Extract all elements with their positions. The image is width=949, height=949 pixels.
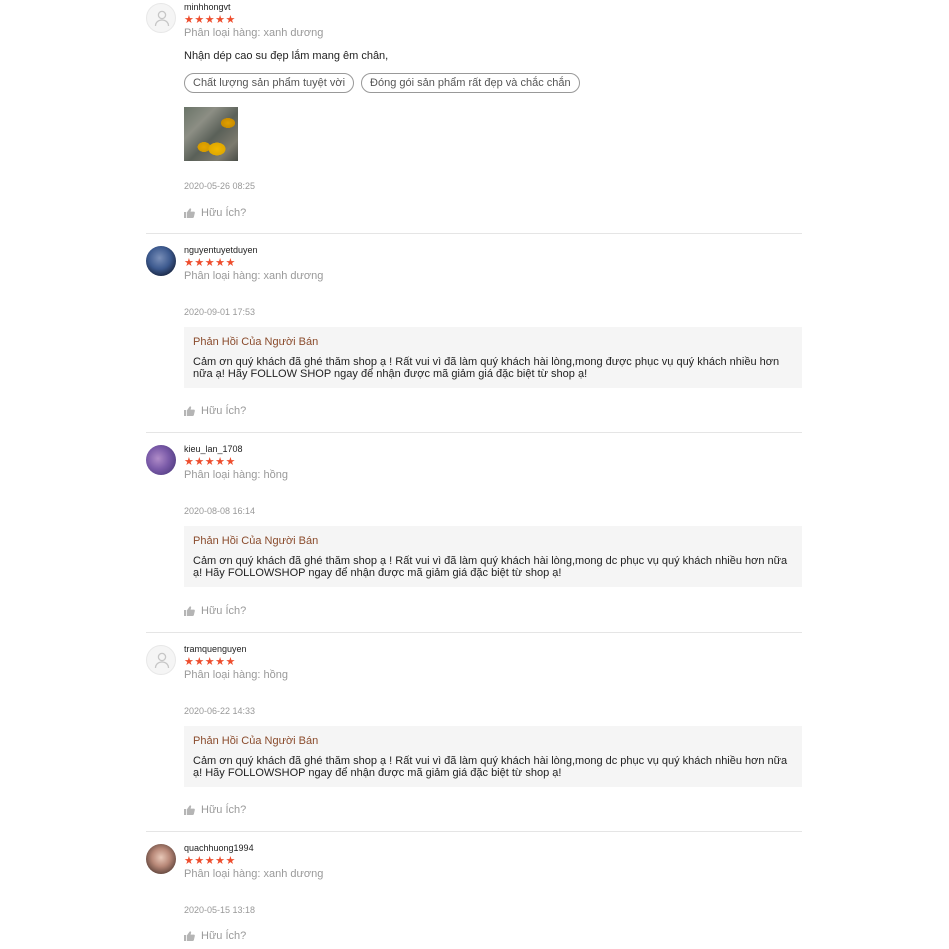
- helpful-button[interactable]: Hữu Ích?: [184, 930, 246, 942]
- avatar[interactable]: [146, 246, 176, 276]
- helpful-label: Hữu Ích?: [201, 605, 247, 617]
- helpful-button[interactable]: Hữu Ích?: [184, 605, 246, 617]
- review-timestamp: 2020-05-15 13:18: [184, 905, 256, 915]
- star-rating: ★★★★★: [184, 456, 236, 468]
- seller-reply: Phản Hồi Của Người Bán Cảm ơn quý khách …: [184, 526, 802, 587]
- thumbs-up-icon: [184, 805, 195, 815]
- thumbs-up-icon: [184, 606, 195, 616]
- avatar[interactable]: [146, 844, 176, 874]
- seller-reply: Phản Hồi Của Người Bán Cảm ơn quý khách …: [184, 726, 802, 787]
- review-username[interactable]: kieu_lan_1708: [184, 444, 243, 454]
- review-username[interactable]: nguyentuyetduyen: [184, 245, 258, 255]
- thumbs-up-icon: [184, 208, 195, 218]
- seller-reply-text: Cảm ơn quý khách đã ghé thăm shop ạ ! Rấ…: [193, 356, 780, 380]
- review-divider: [146, 632, 802, 633]
- review-timestamp: 2020-09-01 17:53: [184, 307, 256, 317]
- helpful-button[interactable]: Hữu Ích?: [184, 804, 246, 816]
- thumbs-up-icon: [184, 406, 195, 416]
- review-divider: [146, 432, 802, 433]
- review-comment: Nhận dép cao su đẹp lắm mang êm chân,: [184, 50, 389, 62]
- review-username[interactable]: tramquenguyen: [184, 644, 247, 654]
- seller-reply-title: Phản Hồi Của Người Bán: [193, 535, 319, 547]
- review-photo-thumbnail[interactable]: [184, 107, 238, 161]
- review-divider: [146, 831, 802, 832]
- product-variant: Phân loại hàng: xanh dương: [184, 270, 324, 282]
- seller-reply-title: Phản Hồi Của Người Bán: [193, 735, 319, 747]
- seller-reply: Phản Hồi Của Người Bán Cảm ơn quý khách …: [184, 327, 802, 388]
- review-timestamp: 2020-05-26 08:25: [184, 181, 256, 191]
- default-avatar-icon[interactable]: [146, 3, 176, 33]
- product-variant: Phân loại hàng: hồng: [184, 469, 288, 481]
- star-rating: ★★★★★: [184, 855, 236, 867]
- product-variant: Phân loại hàng: xanh dương: [184, 868, 324, 880]
- star-rating: ★★★★★: [184, 656, 236, 668]
- star-rating: ★★★★★: [184, 257, 236, 269]
- helpful-label: Hữu Ích?: [201, 930, 247, 942]
- helpful-label: Hữu Ích?: [201, 207, 247, 219]
- review-tag[interactable]: Đóng gói sản phẩm rất đẹp và chắc chắn: [361, 73, 580, 93]
- seller-reply-title: Phản Hồi Của Người Bán: [193, 336, 319, 348]
- product-variant: Phân loại hàng: hồng: [184, 669, 288, 681]
- review-timestamp: 2020-06-22 14:33: [184, 706, 256, 716]
- helpful-button[interactable]: Hữu Ích?: [184, 207, 246, 219]
- review-tags: Chất lượng sản phẩm tuyệt vời Đóng gói s…: [184, 73, 580, 93]
- review-timestamp: 2020-08-08 16:14: [184, 506, 256, 516]
- default-avatar-icon[interactable]: [146, 645, 176, 675]
- review-username[interactable]: minhhongvt: [184, 2, 231, 12]
- helpful-label: Hữu Ích?: [201, 405, 247, 417]
- seller-reply-text: Cảm ơn quý khách đã ghé thăm shop ạ ! Rấ…: [193, 555, 788, 579]
- avatar[interactable]: [146, 445, 176, 475]
- product-variant: Phân loại hàng: xanh dương: [184, 27, 324, 39]
- review-divider: [146, 233, 802, 234]
- helpful-button[interactable]: Hữu Ích?: [184, 405, 246, 417]
- review-tag[interactable]: Chất lượng sản phẩm tuyệt vời: [184, 73, 355, 93]
- review-username[interactable]: quachhuong1994: [184, 843, 254, 853]
- seller-reply-text: Cảm ơn quý khách đã ghé thăm shop ạ ! Rấ…: [193, 755, 788, 779]
- thumbs-up-icon: [184, 931, 195, 941]
- helpful-label: Hữu Ích?: [201, 804, 247, 816]
- star-rating: ★★★★★: [184, 14, 236, 26]
